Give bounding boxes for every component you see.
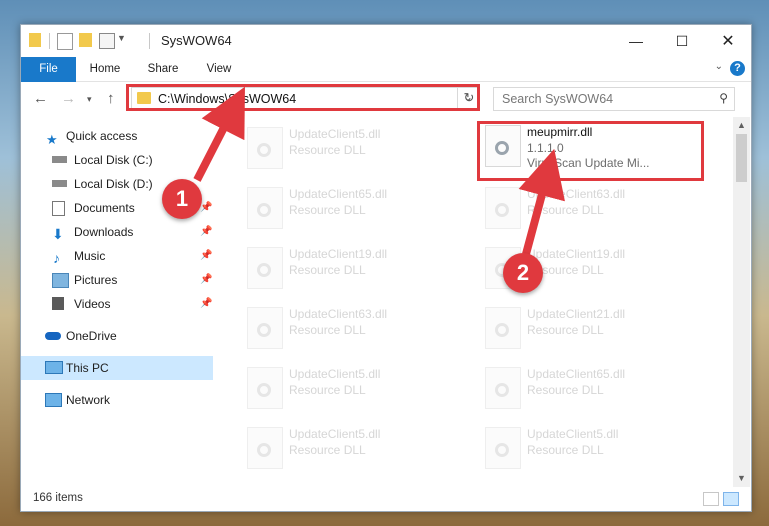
dll-file-icon: [485, 307, 521, 349]
pictures-icon: [52, 273, 69, 288]
drive-icon: [52, 180, 67, 187]
cloud-icon: [45, 332, 61, 340]
scroll-down-icon[interactable]: ▼: [733, 470, 750, 487]
sidebar-item-onedrive[interactable]: OneDrive: [21, 324, 213, 348]
videos-icon: [52, 297, 64, 310]
customize-quick-access-icon[interactable]: [99, 33, 115, 49]
sidebar-item-videos[interactable]: Videos 📌: [21, 292, 213, 316]
navigation-pane: ★ Quick access Local Disk (C:) Local Dis…: [21, 117, 216, 487]
dll-file-icon: [485, 427, 521, 469]
download-icon: ⬇: [52, 226, 64, 242]
dll-file-icon: [247, 367, 283, 409]
tiles-view-icon[interactable]: [723, 492, 739, 506]
file-highlight-box: [477, 121, 704, 181]
vertical-scrollbar[interactable]: ▲ ▼: [733, 117, 750, 487]
new-folder-icon[interactable]: [79, 33, 92, 47]
search-icon: ⚲: [719, 91, 728, 105]
list-item[interactable]: UpdateClient21.dll Resource DLL: [479, 301, 707, 355]
minimize-button[interactable]: —: [613, 25, 659, 57]
properties-icon[interactable]: [57, 33, 73, 50]
details-view-icon[interactable]: [703, 492, 719, 506]
dll-file-icon: [247, 187, 283, 229]
recent-locations-chevron-icon[interactable]: ▾: [87, 94, 92, 105]
ribbon-tabs: File Home Share View ⌄ ?: [21, 57, 751, 111]
item-count: 166 items: [33, 492, 83, 504]
list-item[interactable]: UpdateClient63.dll Resource DLL: [241, 301, 469, 355]
sidebar-item-quick-access[interactable]: ★ Quick access: [21, 124, 213, 148]
sidebar-item-pictures[interactable]: Pictures 📌: [21, 268, 213, 292]
dll-file-icon: [247, 307, 283, 349]
list-item[interactable]: UpdateClient5.dll Resource DLL: [241, 121, 469, 175]
divider: [49, 33, 50, 49]
divider: [149, 33, 150, 49]
sidebar-item-network[interactable]: Network: [21, 388, 213, 412]
list-item[interactable]: UpdateClient5.dll Resource DLL: [241, 361, 469, 415]
list-item[interactable]: UpdateClient19.dll Resource DLL: [241, 241, 469, 295]
list-item[interactable]: UpdateClient5.dll Resource DLL: [241, 421, 469, 475]
address-highlight-box: [126, 84, 480, 111]
dll-file-icon: [485, 367, 521, 409]
pin-icon[interactable]: 📌: [200, 244, 212, 268]
tab-home[interactable]: Home: [83, 57, 127, 81]
back-arrow-icon[interactable]: ←: [33, 90, 48, 107]
network-icon: [45, 393, 62, 407]
pin-icon[interactable]: 📌: [200, 292, 212, 316]
pin-icon[interactable]: 📌: [200, 220, 212, 244]
list-item[interactable]: UpdateClient65.dll Resource DLL: [479, 361, 707, 415]
tab-share[interactable]: Share: [141, 57, 185, 81]
sidebar-item-downloads[interactable]: ⬇ Downloads 📌: [21, 220, 213, 244]
title-bar: ▼ SysWOW64 — ☐ ✕: [21, 25, 751, 57]
search-input[interactable]: Search SysWOW64 ⚲: [493, 87, 735, 111]
window-title: SysWOW64: [161, 33, 232, 48]
tab-view[interactable]: View: [199, 57, 239, 81]
computer-icon: [45, 361, 63, 374]
list-item[interactable]: UpdateClient63.dll Resource DLL: [479, 181, 707, 235]
dll-file-icon: [247, 247, 283, 289]
status-bar: 166 items: [21, 487, 751, 511]
maximize-button[interactable]: ☐: [659, 25, 705, 57]
step-2-badge: 2: [503, 253, 543, 293]
chevron-down-icon[interactable]: ▼: [117, 33, 126, 49]
help-icon[interactable]: ?: [730, 61, 745, 76]
up-arrow-icon[interactable]: ↑: [107, 90, 115, 107]
documents-icon: [52, 201, 65, 216]
list-item[interactable]: UpdateClient65.dll Resource DLL: [241, 181, 469, 235]
dll-file-icon: [485, 187, 521, 229]
pin-icon[interactable]: 📌: [200, 268, 212, 292]
dll-file-icon: [247, 427, 283, 469]
dll-file-icon: [247, 127, 283, 169]
star-icon: ★: [46, 132, 58, 147]
drive-icon: [52, 156, 67, 163]
expand-ribbon-icon[interactable]: ⌄: [715, 61, 723, 72]
sidebar-item-music[interactable]: ♪ Music 📌: [21, 244, 213, 268]
close-button[interactable]: ✕: [705, 25, 751, 57]
list-item[interactable]: UpdateClient5.dll Resource DLL: [479, 421, 707, 475]
sidebar-item-local-disk-c[interactable]: Local Disk (C:): [21, 148, 213, 172]
music-icon: ♪: [53, 250, 60, 266]
scrollbar-thumb[interactable]: [736, 134, 747, 182]
folder-icon[interactable]: [29, 33, 41, 47]
forward-arrow-icon[interactable]: →: [61, 90, 76, 107]
sidebar-item-this-pc[interactable]: This PC: [21, 356, 213, 380]
step-1-badge: 1: [162, 179, 202, 219]
scroll-up-icon[interactable]: ▲: [733, 117, 750, 134]
search-placeholder: Search SysWOW64: [502, 92, 614, 106]
